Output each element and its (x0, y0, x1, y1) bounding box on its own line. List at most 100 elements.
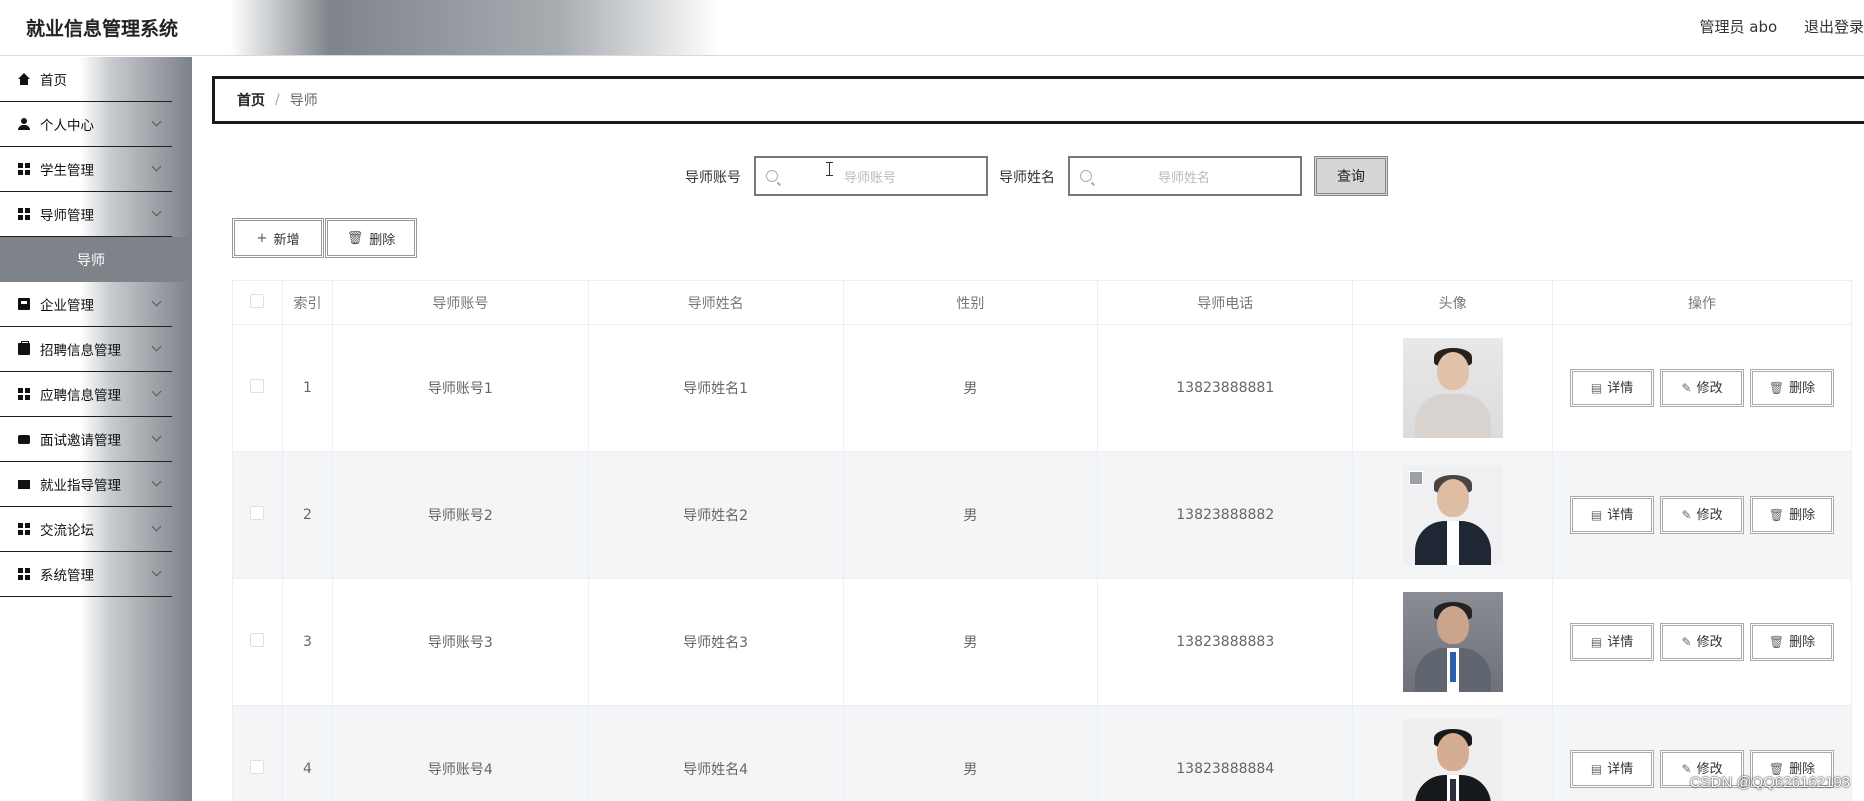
row-gender: 男 (842, 705, 1099, 801)
row-index: 3 (281, 578, 333, 706)
row-name: 导师姓名3 (587, 578, 844, 706)
sidebar-item-interview-management[interactable]: 面试邀请管理 (0, 417, 172, 462)
sidebar-item-company-management[interactable]: 企业管理 (0, 282, 172, 327)
account-search-input[interactable]: 导师账号 (754, 156, 988, 196)
sidebar-item-personal-center[interactable]: 个人中心 (0, 102, 172, 147)
table-row: 4 导师账号4 导师姓名4 男 13823888884 ▤ 详情 ✎ 修改 🗑 删除 (232, 705, 1852, 801)
trash-icon: 🗑 (1768, 635, 1785, 649)
trash-icon: 🗑 (1768, 508, 1785, 522)
logout-link[interactable]: 退出登录 (1804, 18, 1864, 36)
briefcase-icon (18, 341, 30, 355)
batch-delete-button[interactable]: 🗑 删除 (325, 218, 417, 258)
column-header: 导师电话 (1097, 280, 1354, 325)
name-search-input[interactable]: 导师姓名 (1068, 156, 1302, 196)
grid-icon (18, 163, 30, 175)
row-name: 导师姓名4 (587, 705, 844, 801)
trash-icon: 🗑 (1768, 381, 1785, 395)
row-phone: 13823888881 (1097, 324, 1354, 452)
query-button[interactable]: 查询 (1314, 156, 1388, 196)
search-icon (766, 170, 778, 182)
detail-button[interactable]: ▤ 详情 (1570, 496, 1655, 534)
sidebar-item-label: 个人中心 (40, 118, 94, 134)
top-header: 就业信息管理系统 管理员 abo 退出登录 (0, 0, 1864, 56)
row-checkbox[interactable] (250, 633, 265, 647)
edit-icon: ✎ (1681, 508, 1692, 522)
column-header: 索引 (281, 280, 333, 325)
sidebar-item-student-management[interactable]: 学生管理 (0, 147, 172, 192)
row-index: 2 (281, 451, 333, 579)
column-header: 头像 (1352, 280, 1554, 325)
table-row: 2 导师账号2 导师姓名2 男 13823888882 ▤ 详情 ✎ 修改 🗑 删除 (232, 451, 1852, 579)
avatar[interactable] (1402, 338, 1503, 438)
avatar[interactable] (1402, 592, 1503, 692)
edit-button[interactable]: ✎ 修改 (1660, 496, 1745, 534)
row-gender: 男 (842, 578, 1099, 706)
edit-button[interactable]: ✎ 修改 (1660, 369, 1745, 407)
breadcrumb-separator: / (275, 92, 280, 108)
select-all-checkbox[interactable] (250, 293, 265, 308)
sidebar-item-system-management[interactable]: 系统管理 (0, 552, 172, 597)
row-checkbox[interactable] (250, 506, 265, 520)
delete-button[interactable]: 🗑 删除 (1750, 623, 1835, 661)
row-index: 4 (281, 705, 333, 801)
detail-button[interactable]: ▤ 详情 (1570, 369, 1655, 407)
sidebar-item-label: 首页 (40, 73, 67, 89)
row-phone: 13823888883 (1097, 578, 1354, 706)
sidebar-item-forum[interactable]: 交流论坛 (0, 507, 172, 552)
grid-icon (18, 568, 30, 580)
sidebar-item-application-management[interactable]: 应聘信息管理 (0, 372, 172, 417)
delete-button[interactable]: 🗑 删除 (1750, 496, 1835, 534)
detail-button[interactable]: ▤ 详情 (1570, 750, 1655, 788)
add-button[interactable]: + 新增 (232, 218, 324, 258)
row-phone: 13823888884 (1097, 705, 1354, 801)
row-index: 1 (281, 324, 333, 452)
chevron-down-icon (151, 206, 162, 217)
chevron-down-icon (151, 116, 162, 127)
sidebar-item-guidance-management[interactable]: 就业指导管理 (0, 462, 172, 507)
document-icon: ▤ (1590, 508, 1603, 522)
sidebar-item-label: 就业指导管理 (40, 478, 121, 494)
document-icon: ▤ (1590, 762, 1603, 776)
row-account: 导师账号4 (331, 705, 589, 801)
row-account: 导师账号1 (331, 324, 589, 452)
chevron-down-icon (151, 386, 162, 397)
column-header: 导师姓名 (587, 280, 844, 325)
name-search-placeholder: 导师姓名 (1157, 170, 1210, 186)
sidebar-item-tutor-management[interactable]: 导师管理 (0, 192, 172, 237)
current-user-label: 管理员 abo (1699, 18, 1778, 36)
sidebar-item-home[interactable]: 首页 (0, 57, 172, 102)
app-title: 就业信息管理系统 (26, 18, 179, 40)
row-gender: 男 (842, 324, 1099, 452)
row-checkbox[interactable] (250, 760, 265, 774)
row-gender: 男 (842, 451, 1099, 579)
avatar[interactable] (1402, 465, 1503, 565)
edit-button[interactable]: ✎ 修改 (1660, 623, 1745, 661)
avatar[interactable] (1402, 719, 1503, 801)
sidebar-item-recruitment-management[interactable]: 招聘信息管理 (0, 327, 172, 372)
delete-button[interactable]: 🗑 删除 (1750, 369, 1835, 407)
breadcrumb-home[interactable]: 首页 (237, 90, 265, 110)
sidebar-item-label: 企业管理 (40, 298, 94, 314)
column-header: 操作 (1552, 280, 1852, 325)
sidebar-item-label: 招聘信息管理 (40, 343, 121, 359)
search-icon (1080, 170, 1092, 182)
row-phone: 13823888882 (1097, 451, 1354, 579)
watermark: CSDN @QQ626162193 (1689, 774, 1850, 791)
batch-delete-label: 删除 (369, 232, 396, 248)
building-icon (18, 298, 30, 310)
detail-button[interactable]: ▤ 详情 (1570, 623, 1655, 661)
row-checkbox[interactable] (250, 379, 265, 393)
user-icon (18, 118, 30, 130)
chevron-down-icon (151, 566, 162, 577)
select-all-cell[interactable] (232, 280, 283, 325)
user-area: 管理员 abo 退出登录 (1678, 16, 1864, 37)
table-header-row: 索引 导师账号 导师姓名 性别 导师电话 头像 操作 (232, 280, 1852, 325)
sidebar-item-label: 系统管理 (40, 568, 94, 584)
sidebar-subitem-tutor[interactable]: 导师 (0, 237, 192, 282)
document-icon: ▤ (1590, 635, 1603, 649)
sidebar-menu: 首页 个人中心 学生管理 导师管理 导师 企业管理 招聘信息管理 应聘信息管理 … (0, 57, 192, 801)
grid-icon (18, 388, 30, 400)
chevron-down-icon (151, 341, 162, 352)
monitor-icon (18, 479, 30, 489)
trash-icon: 🗑 (346, 230, 364, 246)
